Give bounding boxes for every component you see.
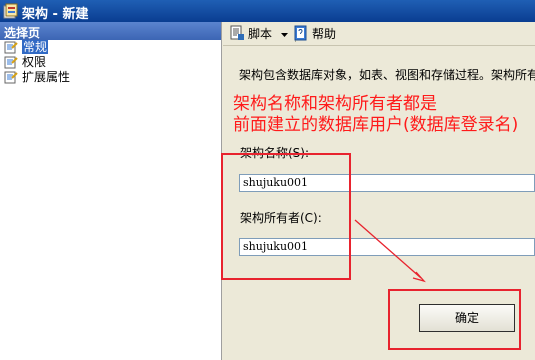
help-icon (293, 25, 309, 41)
page-item-permissions[interactable]: 权限 (0, 55, 221, 70)
script-button[interactable]: 脚本 (229, 25, 288, 43)
page-item-label: 权限 (22, 55, 47, 69)
toolbar: 脚本 帮助 (223, 22, 535, 46)
ok-button[interactable]: 确定 (419, 304, 515, 332)
script-label: 脚本 (248, 27, 273, 41)
help-label: 帮助 (312, 27, 337, 41)
triangle-down-icon[interactable] (280, 25, 288, 43)
page-icon (4, 56, 18, 69)
script-icon (229, 25, 245, 41)
page-icon (4, 41, 18, 54)
select-page-header: 选择页 (0, 22, 221, 40)
page-item-general[interactable]: 常规 (0, 40, 221, 55)
title-bar: 架构 - 新建 (0, 0, 535, 22)
general-page: 架构包含数据库对象，如表、视图和存储过程。架构所有 架构名称和架构所有者都是 前… (221, 46, 535, 360)
page-icon (4, 71, 18, 84)
page-item-label: 扩展属性 (22, 70, 71, 84)
help-button[interactable]: 帮助 (293, 25, 336, 43)
page-item-label: 常规 (22, 40, 49, 54)
schema-icon (3, 3, 19, 19)
select-page-pane: 选择页 常规 权限 扩展属性 (0, 22, 222, 360)
window-title: 架构 - 新建 (22, 7, 89, 22)
page-item-extended-properties[interactable]: 扩展属性 (0, 70, 221, 85)
page-list: 常规 权限 扩展属性 (0, 40, 221, 85)
